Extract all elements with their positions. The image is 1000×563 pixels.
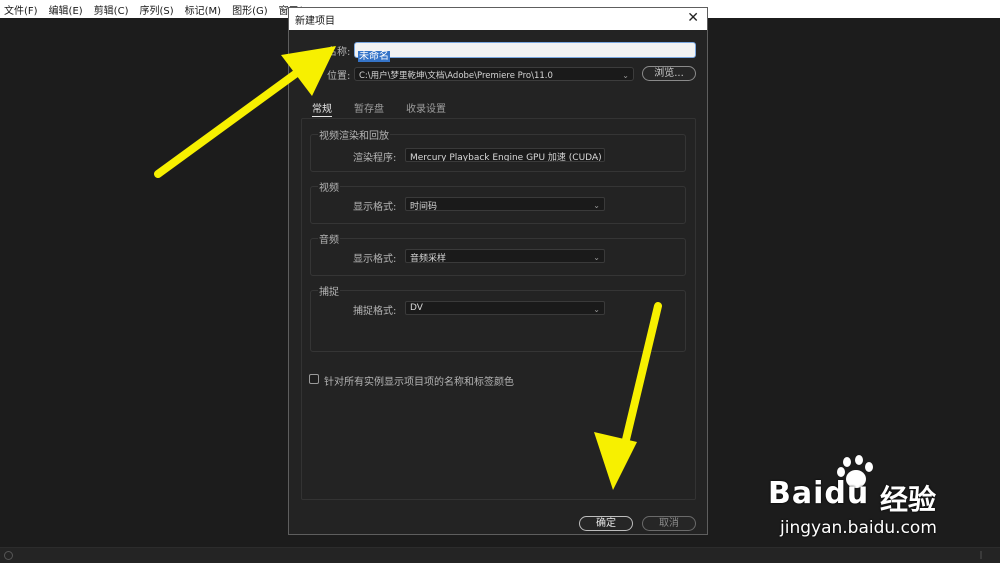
menu-edit[interactable]: 编辑(E) [49,2,83,17]
video-display-format-label: 显示格式: [353,202,397,213]
location-value: C:\用户\梦里乾坤\文档\Adobe\Premiere Pro\11.0 [359,71,553,81]
general-tab-panel: 视频渲染和回放 渲染程序: Mercury Playback Engine GP… [301,118,696,500]
render-group: 视频渲染和回放 渲染程序: Mercury Playback Engine GP… [310,127,686,172]
capture-group: 捕捉 捕捉格式: DV ⌄ [310,283,686,352]
renderer-dropdown[interactable]: Mercury Playback Engine GPU 加速 (CUDA) ⌄ [405,148,605,162]
dialog-title: 新建项目 [295,16,335,27]
project-name-input[interactable]: 未命名 [354,42,696,62]
menu-graphics[interactable]: 图形(G) [232,2,268,17]
render-group-title: 视频渲染和回放 [318,127,390,142]
watermark-logo: Baidu [768,476,870,511]
browse-button[interactable]: 浏览... [642,66,696,81]
project-name-value: 未命名 [358,51,390,62]
renderer-value: Mercury Playback Engine GPU 加速 (CUDA) [410,153,602,162]
renderer-label: 渲染程序: [353,153,397,164]
status-bar [0,547,1000,563]
tab-general[interactable]: 常规 [312,100,332,117]
resize-grip-icon[interactable] [974,551,982,559]
show-label-colors-checkbox[interactable] [309,374,319,384]
video-display-format-dropdown[interactable]: 时间码 ⌄ [405,197,605,211]
chevron-down-icon: ⌄ [593,152,600,161]
menu-marker[interactable]: 标记(M) [185,2,221,17]
location-label: 位置: [327,71,351,82]
capture-format-dropdown[interactable]: DV ⌄ [405,301,605,315]
ok-button[interactable]: 确定 [579,516,633,531]
menu-file[interactable]: 文件(F) [4,2,38,17]
status-icon [4,551,13,560]
name-label: 名称: [327,47,351,58]
show-label-colors-label: 针对所有实例显示项目项的名称和标签颜色 [324,377,514,388]
audio-group: 音频 显示格式: 音频采样 ⌄ [310,231,686,276]
baidu-watermark: Baidu 经验 jingyan.baidu.com [768,454,993,544]
chevron-down-icon: ⌄ [622,71,629,80]
audio-display-format-value: 音频采样 [410,254,447,263]
audio-group-title: 音频 [318,231,340,246]
watermark-url: jingyan.baidu.com [780,518,937,538]
watermark-text: 经验 [880,483,937,516]
chevron-down-icon: ⌄ [593,305,600,314]
video-group-title: 视频 [318,179,340,194]
location-dropdown[interactable]: C:\用户\梦里乾坤\文档\Adobe\Premiere Pro\11.0 ⌄ [354,67,634,81]
close-icon[interactable]: ✕ [687,10,699,26]
cancel-button[interactable]: 取消 [642,516,696,531]
chevron-down-icon: ⌄ [593,253,600,262]
tab-ingest-settings[interactable]: 收录设置 [406,100,446,117]
video-group: 视频 显示格式: 时间码 ⌄ [310,179,686,224]
dialog-titlebar: 新建项目 ✕ [289,8,707,30]
capture-format-value: DV [410,303,423,313]
new-project-dialog: 新建项目 ✕ 名称: 未命名 位置: C:\用户\梦里乾坤\文档\Adobe\P… [288,7,708,535]
capture-format-label: 捕捉格式: [353,306,397,317]
chevron-down-icon: ⌄ [593,201,600,210]
capture-group-title: 捕捉 [318,283,340,298]
tab-bar: 常规 暂存盘 收录设置 [312,100,468,117]
audio-display-format-dropdown[interactable]: 音频采样 ⌄ [405,249,605,263]
menu-sequence[interactable]: 序列(S) [139,2,173,17]
dialog-content: 名称: 未命名 位置: C:\用户\梦里乾坤\文档\Adobe\Premiere… [289,30,707,534]
audio-display-format-label: 显示格式: [353,254,397,265]
video-display-format-value: 时间码 [410,202,438,211]
tab-scratch-disks[interactable]: 暂存盘 [354,100,384,117]
menu-clip[interactable]: 剪辑(C) [94,2,129,17]
